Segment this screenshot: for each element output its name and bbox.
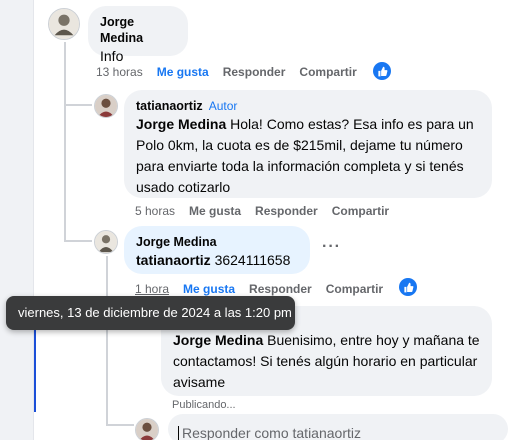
like-button[interactable]: Me gusta bbox=[157, 65, 209, 79]
reply-button[interactable]: Responder bbox=[223, 65, 286, 79]
timestamp-link[interactable]: 1 hora bbox=[135, 282, 169, 296]
avatar[interactable] bbox=[48, 8, 80, 40]
thread-branch bbox=[106, 424, 134, 426]
comment-text: Info bbox=[100, 48, 124, 64]
reply-text: Jorge Medina Hola! Como estas? Esa info … bbox=[136, 114, 480, 198]
reply-button[interactable]: Responder bbox=[249, 282, 312, 296]
avatar[interactable] bbox=[94, 94, 118, 118]
share-button[interactable]: Compartir bbox=[332, 204, 389, 218]
publishing-status: Publicando... bbox=[172, 399, 236, 411]
reply-author: tatianaortiz Autor bbox=[136, 98, 480, 114]
thread-line bbox=[64, 42, 66, 242]
share-button[interactable]: Compartir bbox=[299, 65, 356, 79]
share-button[interactable]: Compartir bbox=[326, 282, 383, 296]
reply-text-content: 3624111658 bbox=[210, 252, 291, 268]
mention-link[interactable]: Jorge Medina bbox=[136, 116, 226, 132]
avatar[interactable] bbox=[94, 230, 118, 254]
left-rail bbox=[0, 0, 34, 440]
mention-link[interactable]: tatianaortiz bbox=[136, 252, 211, 268]
reply-input[interactable]: Responder como tatianaortiz bbox=[168, 414, 508, 440]
like-reaction-icon[interactable] bbox=[373, 62, 391, 80]
reply-actions: 5 horas Me gusta Responder Compartir bbox=[135, 204, 389, 218]
profile-photo-icon bbox=[95, 231, 117, 253]
like-button[interactable]: Me gusta bbox=[189, 204, 241, 218]
author-badge: Autor bbox=[208, 99, 238, 113]
reply-button[interactable]: Responder bbox=[255, 204, 318, 218]
tooltip-text: viernes, 13 de diciembre de 2024 a las 1… bbox=[18, 305, 292, 320]
timestamp-link[interactable]: 5 horas bbox=[135, 204, 175, 218]
reply-author-name[interactable]: tatianaortiz bbox=[136, 99, 203, 113]
reply-text: Jorge Medina Buenisimo, entre hoy y maña… bbox=[173, 330, 480, 393]
reply-author[interactable]: Jorge Medina bbox=[136, 234, 298, 250]
more-options-button[interactable]: ··· bbox=[322, 238, 341, 256]
like-reaction-icon[interactable] bbox=[399, 278, 417, 296]
comment-author[interactable]: Jorge Medina bbox=[100, 14, 176, 46]
thread-branch bbox=[64, 240, 92, 242]
reply-actions: 1 hora Me gusta Responder Compartir bbox=[135, 282, 383, 296]
profile-photo-icon bbox=[49, 9, 79, 39]
focus-indicator bbox=[34, 318, 36, 412]
profile-photo-icon bbox=[136, 419, 158, 440]
comment-bubble: Jorge Medina Info bbox=[88, 6, 188, 64]
thread-branch bbox=[64, 104, 92, 106]
like-button[interactable]: Me gusta bbox=[183, 282, 235, 296]
reply-bubble: tatianaortiz Autor Jorge Medina Hola! Com… bbox=[124, 90, 492, 198]
timestamp-tooltip: viernes, 13 de diciembre de 2024 a las 1… bbox=[6, 296, 295, 330]
mention-link[interactable]: Jorge Medina bbox=[173, 332, 263, 348]
reply-text: tatianaortiz 3624111658 bbox=[136, 250, 298, 271]
comment-actions: 13 horas Me gusta Responder Compartir bbox=[96, 65, 357, 79]
avatar bbox=[135, 418, 159, 440]
text-caret bbox=[178, 426, 179, 440]
reply-bubble: Jorge Medina tatianaortiz 3624111658 bbox=[124, 226, 310, 274]
thread-line bbox=[106, 256, 108, 426]
reply-placeholder: Responder como tatianaortiz bbox=[182, 425, 361, 440]
timestamp-link[interactable]: 13 horas bbox=[96, 65, 143, 79]
profile-photo-icon bbox=[95, 95, 117, 117]
